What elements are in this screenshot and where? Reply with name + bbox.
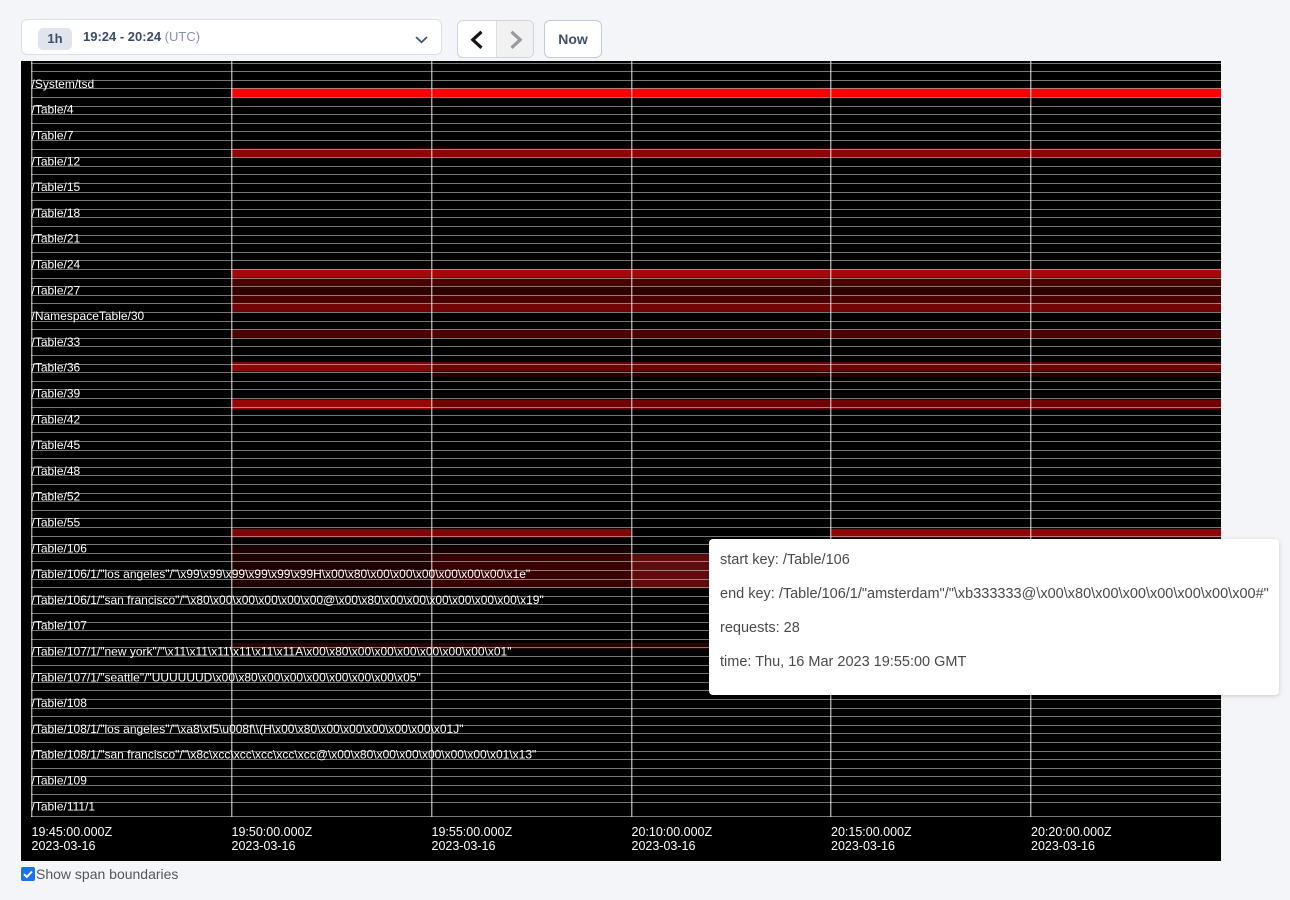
svg-text:2023-03-16: 2023-03-16 <box>831 839 895 853</box>
svg-text:/System/tsd: /System/tsd <box>32 77 95 91</box>
svg-text:/Table/109: /Table/109 <box>32 774 88 788</box>
svg-text:/Table/108/1/"los angeles"/"\x: /Table/108/1/"los angeles"/"\xa8\xf5\u00… <box>32 722 464 736</box>
svg-text:19:45:00.000Z: 19:45:00.000Z <box>32 825 113 839</box>
svg-text:/Table/107/1/"new york"/"\x11\: /Table/107/1/"new york"/"\x11\x11\x11\x1… <box>32 645 512 659</box>
svg-text:/Table/7: /Table/7 <box>32 129 74 143</box>
svg-text:/Table/107: /Table/107 <box>32 619 88 633</box>
svg-text:/Table/55: /Table/55 <box>32 516 81 530</box>
svg-text:/Table/42: /Table/42 <box>32 412 81 426</box>
svg-text:/Table/106/1/"san francisco"/": /Table/106/1/"san francisco"/"\x80\x00\x… <box>32 593 544 607</box>
svg-text:2023-03-16: 2023-03-16 <box>632 839 696 853</box>
svg-text:/Table/108: /Table/108 <box>32 696 88 710</box>
svg-text:19:55:00.000Z: 19:55:00.000Z <box>432 825 513 839</box>
svg-text:/Table/15: /Table/15 <box>32 180 81 194</box>
svg-text:/Table/45: /Table/45 <box>32 438 81 452</box>
svg-text:20:15:00.000Z: 20:15:00.000Z <box>831 825 912 839</box>
svg-text:/NamespaceTable/30: /NamespaceTable/30 <box>32 309 145 323</box>
svg-text:2023-03-16: 2023-03-16 <box>232 839 296 853</box>
svg-text:/Table/39: /Table/39 <box>32 387 81 401</box>
svg-text:/Table/52: /Table/52 <box>32 490 81 504</box>
svg-text:/Table/106/1/"los angeles"/"\x: /Table/106/1/"los angeles"/"\x99\x99\x99… <box>32 567 531 581</box>
svg-text:20:10:00.000Z: 20:10:00.000Z <box>632 825 713 839</box>
svg-text:/Table/12: /Table/12 <box>32 154 81 168</box>
svg-text:/Table/4: /Table/4 <box>32 103 74 117</box>
svg-text:/Table/36: /Table/36 <box>32 361 81 375</box>
svg-text:/Table/33: /Table/33 <box>32 335 81 349</box>
svg-text:/Table/48: /Table/48 <box>32 464 81 478</box>
svg-text:/Table/27: /Table/27 <box>32 283 81 297</box>
svg-text:2023-03-16: 2023-03-16 <box>32 839 96 853</box>
svg-text:2023-03-16: 2023-03-16 <box>432 839 496 853</box>
svg-text:/Table/108/1/"san francisco"/": /Table/108/1/"san francisco"/"\x8c\xcc\x… <box>32 748 537 762</box>
svg-text:/Table/106: /Table/106 <box>32 541 88 555</box>
svg-text:19:50:00.000Z: 19:50:00.000Z <box>232 825 313 839</box>
svg-text:/Table/24: /Table/24 <box>32 258 81 272</box>
svg-text:/Table/107/1/"seattle"/"UUUUUU: /Table/107/1/"seattle"/"UUUUUUD\x00\x80\… <box>32 670 421 684</box>
svg-text:/Table/21: /Table/21 <box>32 232 81 246</box>
svg-text:2023-03-16: 2023-03-16 <box>1031 839 1095 853</box>
svg-text:/Table/111/1: /Table/111/1 <box>32 799 96 813</box>
svg-text:20:20:00.000Z: 20:20:00.000Z <box>1031 825 1112 839</box>
svg-text:/Table/18: /Table/18 <box>32 206 81 220</box>
